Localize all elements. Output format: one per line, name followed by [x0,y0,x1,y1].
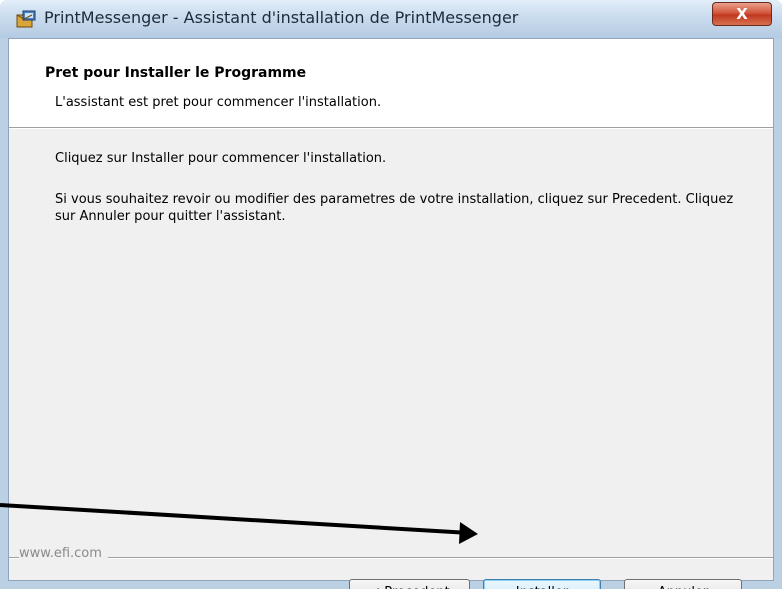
description-text: Si vous souhaitez revoir ou modifier des… [55,192,734,224]
cancel-button[interactable]: Annuler [624,579,742,589]
window-title: PrintMessenger - Assistant d'installatio… [44,8,519,27]
installer-box-icon [15,9,37,29]
page-subtitle: L'assistant est pret pour commencer l'in… [55,95,382,110]
install-button[interactable]: Installer [483,579,601,589]
installer-window: PrintMessenger - Assistant d'installatio… [0,0,782,589]
dialog-header: Pret pour Installer le Programme L'assis… [9,39,773,127]
page-title: Pret pour Installer le Programme [45,65,307,81]
instruction-text: Cliquez sur Installer pour commencer l'i… [55,151,387,166]
brand-label: www.efi.com [19,546,108,561]
back-button[interactable]: < Precedent [349,579,470,589]
close-button[interactable]: X [712,2,772,26]
title-bar[interactable]: PrintMessenger - Assistant d'installatio… [0,0,782,38]
close-icon: X [736,5,748,23]
dialog-client-area: Pret pour Installer le Programme L'assis… [8,38,774,589]
footer-divider [9,557,773,559]
header-divider [9,127,773,129]
